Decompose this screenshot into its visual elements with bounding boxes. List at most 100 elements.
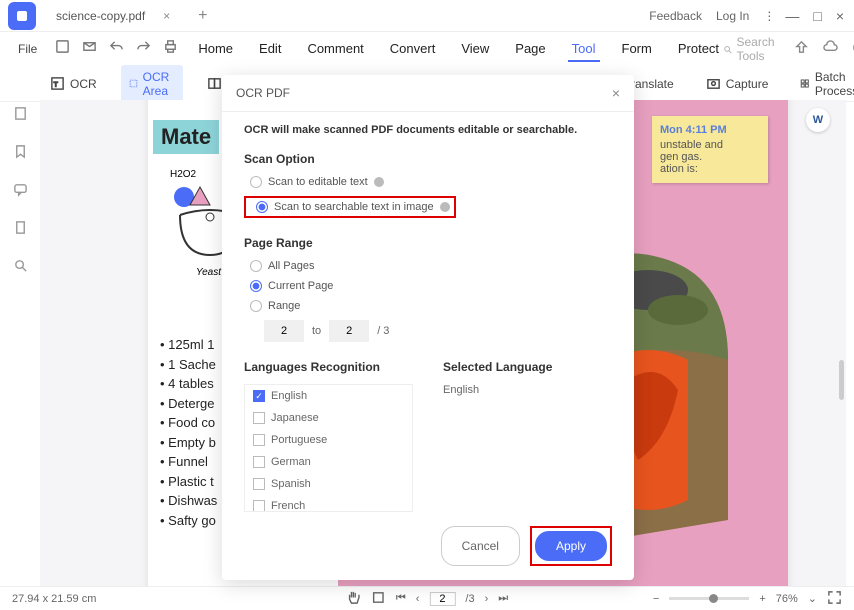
lang-item[interactable]: ✓English	[245, 385, 412, 407]
hand-tool-icon[interactable]	[346, 590, 361, 608]
print-icon[interactable]	[163, 39, 178, 59]
fit-icon[interactable]	[371, 590, 386, 608]
checkbox-icon	[253, 434, 265, 446]
prev-page-icon[interactable]: ‹	[416, 593, 420, 605]
lang-item[interactable]: Portuguese	[245, 429, 412, 451]
svg-text:T: T	[54, 81, 58, 88]
apply-button[interactable]: Apply	[535, 531, 607, 561]
ocr-modal: OCR PDF × OCR will make scanned PDF docu…	[222, 75, 634, 580]
first-page-icon[interactable]: ⏮	[396, 592, 406, 605]
thumbnails-icon[interactable]	[13, 106, 28, 126]
info-icon[interactable]	[440, 202, 450, 212]
next-page-icon[interactable]: ›	[485, 593, 489, 605]
menu-comment[interactable]: Comment	[303, 37, 367, 62]
svg-text:H2O2: H2O2	[170, 169, 197, 180]
checkbox-icon	[253, 456, 265, 468]
scan-searchable-option[interactable]: Scan to searchable text in image	[250, 201, 450, 213]
zoom-in-icon[interactable]: +	[759, 593, 765, 605]
mate-heading: Mate	[153, 120, 219, 154]
capture-button[interactable]: Capture	[698, 71, 777, 96]
search-tools[interactable]: Search Tools	[723, 35, 780, 63]
close-icon[interactable]: ×	[836, 8, 844, 24]
main-menu: Home Edit Comment Convert View Page Tool…	[194, 37, 723, 62]
range-to-input[interactable]	[329, 320, 369, 342]
share-icon[interactable]	[794, 40, 809, 58]
cancel-button[interactable]: Cancel	[441, 526, 520, 566]
titlebar: science-copy.pdf × + Feedback Log In ⋮ —…	[0, 0, 854, 32]
word-badge-icon[interactable]: W	[806, 108, 830, 132]
menu-edit[interactable]: Edit	[255, 37, 285, 62]
menu-form[interactable]: Form	[618, 37, 656, 62]
kebab-icon[interactable]: ⋮	[763, 9, 775, 23]
checkbox-icon	[253, 500, 265, 512]
minimize-icon[interactable]: —	[785, 8, 799, 24]
ocr-area-button[interactable]: OCR Area	[121, 65, 184, 103]
sticky-note[interactable]: Mon 4:11 PM unstable and gen gas. ation …	[652, 116, 768, 183]
menu-convert[interactable]: Convert	[386, 37, 440, 62]
document-tab[interactable]: science-copy.pdf ×	[44, 1, 182, 31]
zoom-dropdown-icon[interactable]: ⌄	[808, 592, 817, 605]
redo-icon[interactable]	[136, 39, 151, 59]
vertical-scrollbar[interactable]	[839, 360, 844, 400]
cloud-icon[interactable]	[823, 40, 838, 58]
menu-protect[interactable]: Protect	[674, 37, 723, 62]
radio-icon	[250, 300, 262, 312]
login-link[interactable]: Log In	[716, 9, 749, 23]
current-page-option[interactable]: Current Page	[244, 280, 612, 292]
page-total: /3	[465, 593, 474, 605]
radio-checked-icon	[250, 280, 262, 292]
ocr-button[interactable]: TOCR	[42, 71, 105, 96]
svg-text:Yeast: Yeast	[196, 267, 222, 278]
search-placeholder: Search Tools	[737, 35, 781, 63]
selected-language-heading: Selected Language	[443, 360, 612, 374]
zoom-slider[interactable]	[669, 597, 749, 600]
comments-icon[interactable]	[13, 182, 28, 202]
batch-button[interactable]: Batch Process	[792, 65, 854, 103]
modal-description: OCR will make scanned PDF documents edit…	[244, 124, 612, 136]
tab-close-icon[interactable]: ×	[163, 9, 170, 23]
maximize-icon[interactable]: □	[813, 8, 821, 24]
page-input[interactable]	[429, 592, 455, 606]
search-panel-icon[interactable]	[13, 258, 28, 278]
menu-home[interactable]: Home	[194, 37, 237, 62]
file-menu[interactable]: File	[8, 42, 47, 56]
zoom-out-icon[interactable]: −	[653, 593, 659, 605]
info-icon[interactable]	[374, 177, 384, 187]
undo-icon[interactable]	[109, 39, 124, 59]
page-range-heading: Page Range	[244, 236, 612, 250]
language-list[interactable]: ✓English Japanese Portuguese German Span…	[244, 384, 413, 512]
feedback-link[interactable]: Feedback	[649, 9, 702, 23]
app-icon	[8, 2, 36, 30]
attachments-icon[interactable]	[13, 220, 28, 240]
materials-list: 125ml 1 1 Sache 4 tables Deterge Food co…	[160, 335, 217, 530]
menu-page[interactable]: Page	[511, 37, 549, 62]
modal-title: OCR PDF	[236, 86, 290, 100]
lang-item[interactable]: Japanese	[245, 407, 412, 429]
checkbox-checked-icon: ✓	[253, 390, 265, 402]
bookmarks-icon[interactable]	[13, 144, 28, 164]
scan-editable-option[interactable]: Scan to editable text	[244, 176, 612, 188]
mail-icon[interactable]	[82, 39, 97, 59]
lang-item[interactable]: Spanish	[245, 473, 412, 495]
lang-item[interactable]: German	[245, 451, 412, 473]
lang-item[interactable]: French	[245, 495, 412, 512]
range-from-input[interactable]	[264, 320, 304, 342]
left-sidebar	[0, 100, 40, 278]
lang-recognition-heading: Languages Recognition	[244, 360, 413, 374]
scan-option-heading: Scan Option	[244, 152, 612, 166]
new-tab-button[interactable]: +	[190, 7, 215, 25]
all-pages-option[interactable]: All Pages	[244, 260, 612, 272]
modal-close-icon[interactable]: ×	[612, 85, 620, 101]
page-dimensions: 27.94 x 21.59 cm	[12, 593, 96, 605]
save-icon[interactable]	[55, 39, 70, 59]
radio-checked-icon	[256, 201, 268, 213]
tab-title: science-copy.pdf	[56, 9, 145, 23]
checkbox-icon	[253, 478, 265, 490]
range-option[interactable]: Range	[244, 300, 612, 312]
menu-view[interactable]: View	[457, 37, 493, 62]
zoom-value: 76%	[776, 593, 798, 605]
menu-tool[interactable]: Tool	[568, 37, 600, 62]
fullscreen-icon[interactable]	[827, 590, 842, 608]
last-page-icon[interactable]: ⏭	[498, 592, 508, 605]
checkbox-icon	[253, 412, 265, 424]
